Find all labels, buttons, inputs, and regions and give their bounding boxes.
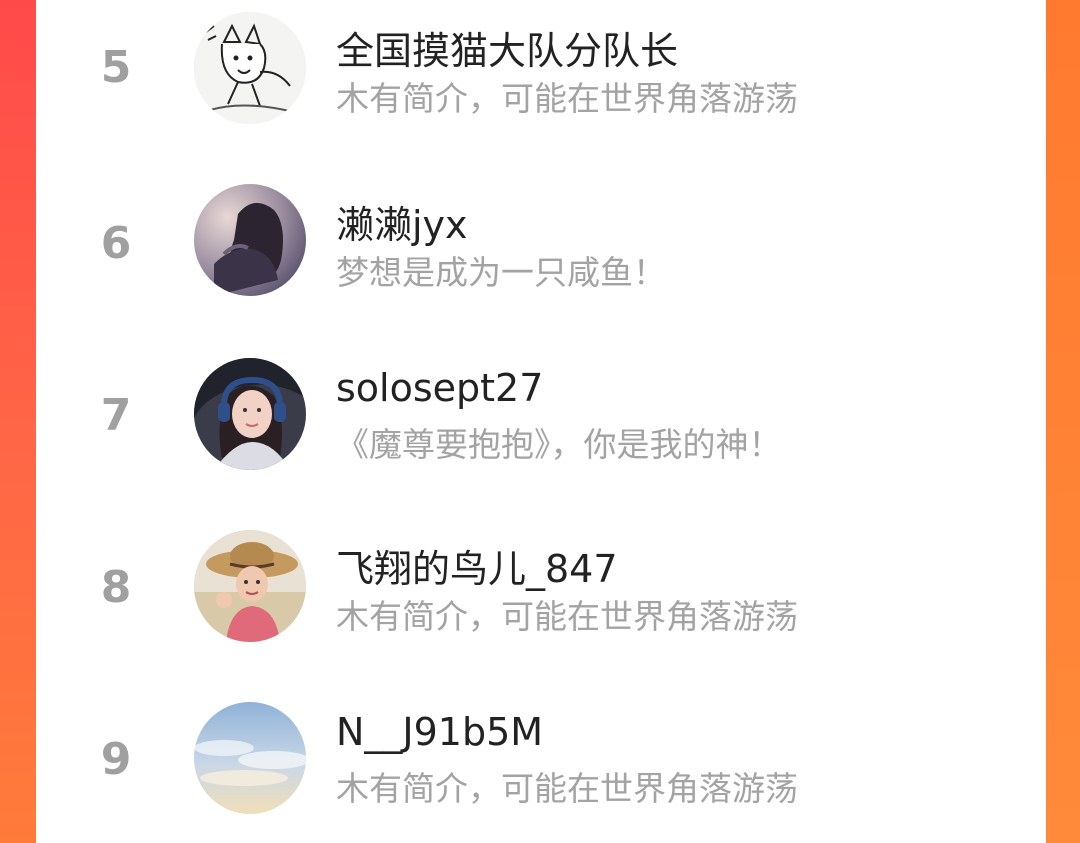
user-name[interactable]: 濑濑jyx	[336, 194, 468, 249]
leaderboard-row[interactable]: 7 solosept27 《魔尊要抱抱》，你是我的神！	[36, 344, 1046, 494]
rank-number: 6	[100, 218, 132, 269]
user-bio: 梦想是成为一只咸鱼！	[336, 253, 666, 292]
leaderboard-screen: 5 全国摸猫大队分队长 木有简介，可能在世界角落游荡 6 濑濑jyx 梦想是成为…	[0, 0, 1080, 843]
user-bio: 木有简介，可能在世界角落游荡	[336, 769, 798, 808]
user-avatar[interactable]	[194, 184, 306, 296]
user-name[interactable]: solosept27	[336, 366, 543, 410]
leaderboard-row[interactable]: 8 飞翔的鸟儿_847 木有简介，可能在世界角落游荡	[36, 516, 1046, 666]
user-name[interactable]: 全国摸猫大队分队长	[336, 20, 678, 75]
background-edge	[1045, 0, 1080, 843]
user-bio: 《魔尊要抱抱》，你是我的神！	[336, 425, 782, 464]
girl-headphones-icon	[194, 358, 306, 470]
rank-number: 5	[100, 42, 132, 93]
leaderboard-row[interactable]: 5 全国摸猫大队分队长 木有简介，可能在世界角落游荡	[36, 0, 1046, 150]
user-avatar[interactable]	[194, 358, 306, 470]
rank-number: 9	[100, 734, 132, 785]
cartoon-cat-sketch-icon	[194, 12, 306, 124]
rank-number: 8	[100, 562, 132, 613]
leaderboard-row[interactable]: 9 N__J91b5M 木有简介，可能在世界角落游荡	[36, 688, 1046, 838]
user-bio: 木有简介，可能在世界角落游荡	[336, 597, 798, 636]
user-avatar[interactable]	[194, 530, 306, 642]
sky-clouds-icon	[194, 702, 306, 814]
child-straw-hat-icon	[194, 530, 306, 642]
leaderboard-row[interactable]: 6 濑濑jyx 梦想是成为一只咸鱼！	[36, 172, 1046, 322]
user-avatar[interactable]	[194, 12, 306, 124]
user-name[interactable]: 飞翔的鸟儿_847	[336, 538, 618, 593]
rank-number: 7	[100, 390, 132, 441]
user-name[interactable]: N__J91b5M	[336, 710, 543, 754]
woman-silhouette-icon	[194, 184, 306, 296]
leaderboard-card: 5 全国摸猫大队分队长 木有简介，可能在世界角落游荡 6 濑濑jyx 梦想是成为…	[36, 0, 1046, 843]
user-bio: 木有简介，可能在世界角落游荡	[336, 79, 798, 118]
user-avatar[interactable]	[194, 702, 306, 814]
